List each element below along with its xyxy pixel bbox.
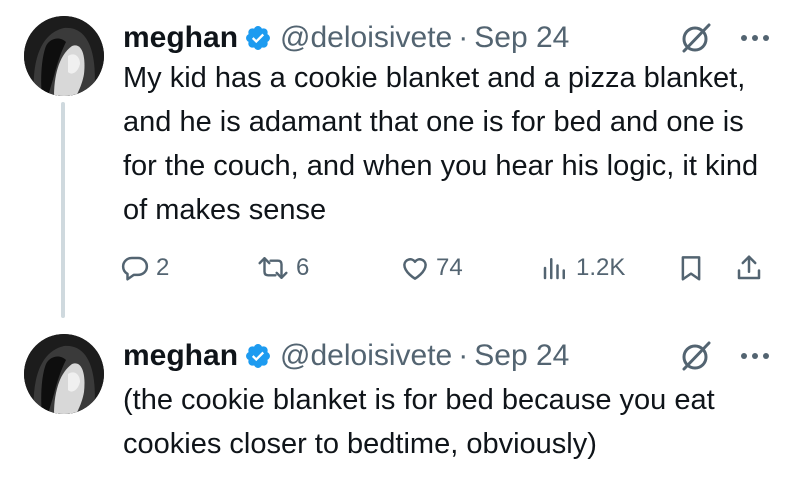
like-icon bbox=[400, 253, 430, 283]
tweet[interactable]: meghan @deloisivete · Sep 24 bbox=[0, 318, 800, 477]
tweet-actions: 2 6 74 1.2K bbox=[120, 246, 772, 290]
reply-count: 2 bbox=[156, 254, 170, 281]
more-icon[interactable] bbox=[740, 351, 770, 361]
tweet-text: My kid has a cookie blanket and a pizza … bbox=[123, 62, 759, 226]
grok-icon[interactable] bbox=[678, 20, 714, 56]
tweet-header: meghan @deloisivete · Sep 24 bbox=[123, 338, 770, 374]
avatar[interactable] bbox=[24, 334, 104, 414]
separator-dot: · bbox=[458, 21, 469, 54]
tweet-date[interactable]: Sep 24 bbox=[474, 339, 569, 373]
tweet-date[interactable]: Sep 24 bbox=[474, 21, 569, 55]
author-name[interactable]: meghan bbox=[123, 339, 238, 373]
author-handle[interactable]: @deloisivete bbox=[280, 339, 452, 373]
tweet[interactable]: meghan @deloisivete · Sep 24 bbox=[0, 0, 800, 318]
grok-icon[interactable] bbox=[678, 338, 714, 374]
author-name[interactable]: meghan bbox=[123, 21, 238, 55]
avatar[interactable] bbox=[24, 16, 104, 96]
views-button[interactable]: 1.2K bbox=[540, 246, 625, 290]
reply-icon bbox=[120, 253, 150, 283]
more-icon[interactable] bbox=[740, 33, 770, 43]
share-button[interactable] bbox=[734, 246, 764, 290]
views-icon bbox=[540, 253, 570, 283]
verified-badge-icon bbox=[244, 342, 272, 370]
tweet-header: meghan @deloisivete · Sep 24 bbox=[123, 20, 770, 56]
verified-badge-icon bbox=[244, 24, 272, 52]
bookmark-icon bbox=[676, 253, 706, 283]
author-handle[interactable]: @deloisivete bbox=[280, 21, 452, 55]
repost-icon bbox=[256, 253, 290, 283]
repost-button[interactable]: 6 bbox=[256, 246, 309, 290]
tweet-text: (the cookie blanket is for bed because y… bbox=[123, 384, 715, 460]
separator-dot: · bbox=[458, 339, 469, 372]
like-button[interactable]: 74 bbox=[400, 246, 463, 290]
thread-connector-line bbox=[61, 102, 65, 318]
views-count: 1.2K bbox=[576, 254, 626, 281]
bookmark-button[interactable] bbox=[676, 246, 706, 290]
repost-count: 6 bbox=[296, 254, 310, 281]
reply-button[interactable]: 2 bbox=[120, 246, 169, 290]
like-count: 74 bbox=[436, 254, 463, 281]
share-icon bbox=[734, 253, 764, 283]
